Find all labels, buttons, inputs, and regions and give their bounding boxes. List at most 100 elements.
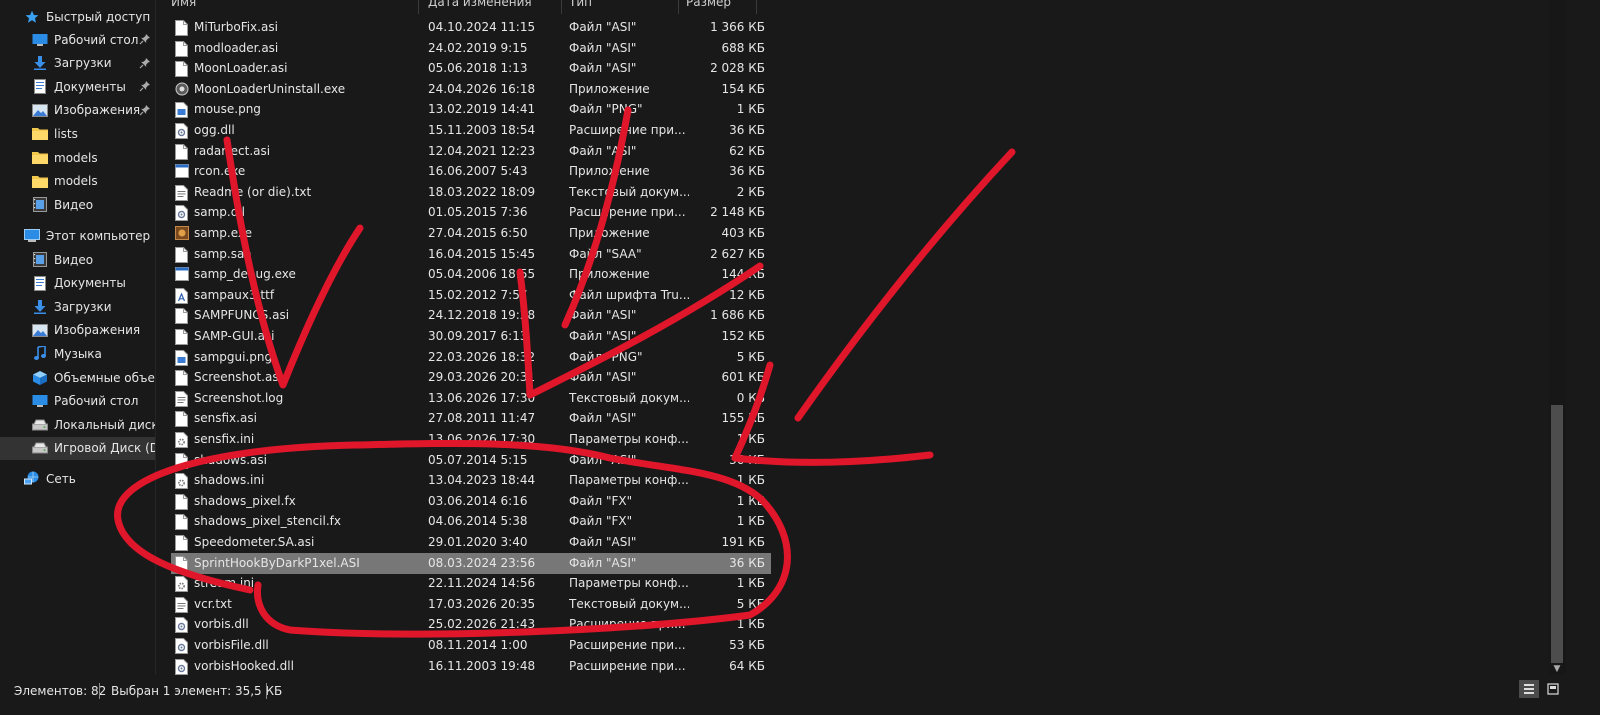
file-row[interactable]: shadows_pixel.fx 03.06.2014 6:16 Файл "FX"… — [171, 491, 771, 512]
sidebar-item-quick-1[interactable]: Загрузки — [0, 52, 155, 75]
sidebar-item-label: Изображения — [54, 323, 141, 338]
file-row[interactable]: vorbisFile.dll 08.11.2014 1:00 Расширение … — [171, 635, 771, 656]
file-row[interactable]: Readme (or die).txt 18.03.2022 18:09 Текст… — [171, 182, 771, 203]
sidebar-item-label: Документы — [54, 79, 126, 94]
file-row[interactable]: Screenshot.asi 29.03.2026 20:31 Файл "ASI"… — [171, 367, 771, 388]
column-separator[interactable] — [561, 0, 562, 14]
sidebar-item-pc-1[interactable]: Документы — [0, 272, 155, 295]
large-icons-view-button[interactable] — [1543, 680, 1563, 698]
file-row[interactable]: samp.dll 01.05.2015 7:36 Расширение при...… — [171, 202, 771, 223]
sidebar-item-pc-6[interactable]: Рабочий стол — [0, 390, 155, 413]
file-size: 12 КБ — [729, 287, 765, 302]
column-header-date[interactable]: Дата изменения — [428, 0, 532, 13]
file-row[interactable]: sensfix.asi 27.08.2011 11:47 Файл "ASI" 155… — [171, 408, 771, 429]
sidebar-item-quick-7[interactable]: Видео — [0, 193, 155, 216]
file-row[interactable]: SprintHookByDarkP1xel.ASI 08.03.2024 23:5… — [171, 552, 771, 574]
sidebar-item-quick-4[interactable]: lists — [0, 122, 155, 145]
file-row[interactable]: sensfix.ini 13.06.2026 17:30 Параметры кон… — [171, 429, 771, 450]
file-row[interactable]: SAMP-GUI.asi 30.09.2017 6:13 Файл "ASI" 152… — [171, 326, 771, 347]
file-name: MiTurboFix.asi — [194, 20, 278, 34]
file-row[interactable]: SAMPFUNCS.asi 24.12.2018 19:28 Файл "ASI" 1… — [171, 305, 771, 326]
file-date: 13.06.2026 17:30 — [428, 390, 536, 405]
sidebar-item-pc-4[interactable]: Музыка — [0, 342, 155, 365]
sidebar-item-pc-8[interactable]: Игровой Диск (D:) — [0, 436, 155, 460]
file-size: 191 КБ — [721, 535, 765, 549]
sidebar-item-label: Загрузки — [54, 299, 112, 314]
file-row[interactable]: modloader.asi 24.02.2019 9:15 Файл "ASI" 68… — [171, 38, 771, 59]
column-header-size[interactable]: Размер — [686, 0, 731, 13]
file-row[interactable]: samp_debug.exe 05.04.2006 18:55 Приложение… — [171, 264, 771, 285]
sidebar-item-quick-access[interactable]: Быстрый доступ — [0, 5, 155, 28]
pin-icon — [139, 80, 151, 92]
sidebar-item-quick-6[interactable]: models — [0, 170, 155, 193]
file-name: vcr.txt — [194, 596, 232, 611]
image-file-icon — [175, 102, 189, 119]
file-name: samp.exe — [194, 226, 253, 240]
file-row[interactable]: vorbisHooked.dll 16.11.2003 19:48 Расширен… — [171, 656, 771, 675]
sidebar-item-pc-0[interactable]: Видео — [0, 248, 155, 271]
file-type: Файл "FX" — [569, 514, 633, 529]
file-row[interactable]: shadows_pixel_stencil.fx 04.06.2014 5:38 Ф… — [171, 511, 771, 532]
sidebar-item-pc-7[interactable]: Локальный диск (C:) — [0, 413, 155, 436]
file-row[interactable]: ogg.dll 15.11.2003 18:54 Расширение при...… — [171, 120, 771, 141]
file-type: Файл "ASI" — [569, 329, 637, 343]
column-header-name[interactable]: Имя — [171, 0, 196, 13]
file-row[interactable]: stream.ini 22.11.2024 14:56 Параметры конф… — [171, 573, 771, 594]
file-row[interactable]: vcr.txt 17.03.2026 20:35 Текстовый докум..… — [171, 594, 771, 615]
file-row[interactable]: shadows.asi 05.07.2014 5:15 Файл "ASI" 36 К… — [171, 450, 771, 471]
column-header-type[interactable]: Тип — [569, 0, 592, 13]
file-row[interactable]: Speedometer.SA.asi 29.01.2020 3:40 Файл "A… — [171, 532, 771, 553]
file-icon — [175, 411, 189, 428]
file-date: 13.04.2023 18:44 — [428, 473, 536, 488]
file-row[interactable]: rcon.exe 16.06.2007 5:43 Приложение 36 КБ — [171, 161, 771, 182]
sidebar-item-quick-3[interactable]: Изображения — [0, 99, 155, 122]
sidebar-item-network[interactable]: Сеть — [0, 467, 155, 490]
sidebar-item-quick-2[interactable]: Документы — [0, 75, 155, 98]
details-view-button[interactable] — [1519, 680, 1539, 698]
sidebar-item-pc-5[interactable]: Объемные объекты — [0, 366, 155, 389]
scroll-down-arrow-icon[interactable]: ▼ — [1551, 664, 1563, 674]
file-row[interactable]: mouse.png 13.02.2019 14:41 Файл "PNG" 1 КБ — [171, 99, 771, 120]
file-size: 36 КБ — [729, 123, 765, 137]
column-separator[interactable] — [678, 0, 679, 14]
file-date: 13.06.2026 17:30 — [428, 432, 536, 446]
file-row[interactable]: MoonLoaderUninstall.exe 24.04.2026 16:18 П… — [171, 79, 771, 100]
sidebar-item-label: lists — [54, 126, 78, 141]
file-type: Файл "ASI" — [569, 20, 637, 34]
sidebar-item-quick-5[interactable]: models — [0, 146, 155, 169]
file-name: stream.ini — [194, 576, 255, 591]
file-date: 04.10.2024 11:15 — [428, 20, 536, 34]
sidebar-item-this-pc[interactable]: Этот компьютер — [0, 224, 155, 247]
file-row[interactable]: MiTurboFix.asi 04.10.2024 11:15 Файл "ASI"… — [171, 17, 771, 38]
file-row[interactable]: MoonLoader.asi 05.06.2018 1:13 Файл "ASI" 2… — [171, 58, 771, 79]
file-row[interactable]: vorbis.dll 25.02.2026 21:43 Расширение при… — [171, 614, 771, 635]
column-separator[interactable] — [756, 0, 757, 14]
file-row[interactable]: sampaux3.ttf 15.02.2012 7:57 Файл шрифта T… — [171, 285, 771, 306]
folder-icon — [32, 150, 48, 166]
file-date: 16.06.2007 5:43 — [428, 164, 528, 179]
sidebar-item-pc-2[interactable]: Загрузки — [0, 295, 155, 318]
file-row[interactable]: radarrect.asi 12.04.2021 12:23 Файл "ASI" 6… — [171, 141, 771, 162]
file-type: Файл шрифта Tru... — [569, 287, 689, 302]
documents-icon — [32, 79, 48, 95]
file-name: sensfix.ini — [194, 432, 255, 446]
download-icon — [32, 55, 48, 71]
file-row[interactable]: sampgui.png 22.03.2026 18:32 Файл "PNG" 5 К… — [171, 347, 771, 368]
file-icon — [175, 143, 189, 160]
scrollbar-thumb[interactable] — [1551, 405, 1563, 663]
file-row[interactable]: samp.exe 27.04.2015 6:50 Приложение 403 КБ — [171, 223, 771, 244]
sidebar-item-label: Этот компьютер — [46, 228, 151, 243]
file-type: Расширение при... — [569, 638, 686, 652]
column-separator[interactable] — [418, 0, 419, 14]
file-name: mouse.png — [194, 102, 261, 117]
sidebar-item-pc-3[interactable]: Изображения — [0, 319, 155, 342]
file-size: 62 КБ — [729, 143, 765, 158]
file-row[interactable]: samp.saa 16.04.2015 15:45 Файл "SAA" 2 627 … — [171, 244, 771, 265]
file-row[interactable]: shadows.ini 13.04.2023 18:44 Параметры кон… — [171, 470, 771, 491]
file-date: 27.04.2015 6:50 — [428, 226, 528, 240]
file-type: Расширение при... — [569, 617, 686, 632]
sidebar-item-quick-0[interactable]: Рабочий стол — [0, 28, 155, 51]
file-row[interactable]: Screenshot.log 13.06.2026 17:30 Текстовый … — [171, 388, 771, 409]
file-date: 18.03.2022 18:09 — [428, 184, 536, 199]
file-size: 688 КБ — [721, 40, 765, 55]
